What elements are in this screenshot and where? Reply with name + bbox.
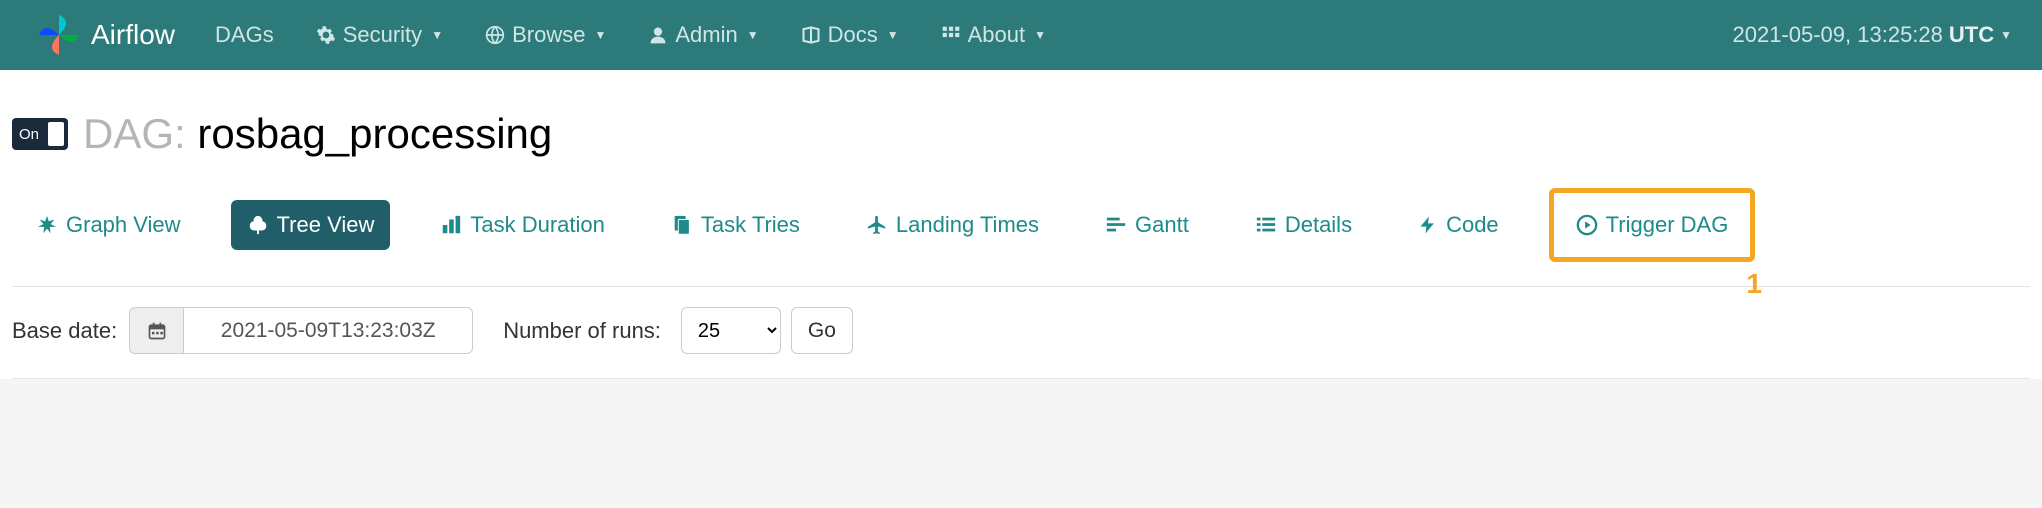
dag-header: On DAG: rosbag_processing — [12, 110, 2030, 158]
nav-label: Browse — [512, 22, 585, 48]
chevron-down-icon: ▼ — [2000, 28, 2012, 42]
base-date-label: Base date: — [12, 318, 117, 344]
go-button[interactable]: Go — [791, 307, 853, 354]
tab-label: Tree View — [277, 212, 375, 238]
base-date-input[interactable] — [183, 307, 473, 354]
toggle-knob — [48, 122, 64, 146]
nav-label: Admin — [675, 22, 737, 48]
nav-browse[interactable]: Browse ▼ — [485, 22, 606, 48]
nav-docs[interactable]: Docs ▼ — [801, 22, 899, 48]
nav-label: Docs — [828, 22, 878, 48]
title-prefix: DAG: — [83, 110, 186, 157]
tab-label: Graph View — [66, 212, 181, 238]
title-name: rosbag_processing — [197, 110, 552, 157]
page-title: DAG: rosbag_processing — [83, 110, 552, 158]
dag-tabs: Graph View Tree View Task Duration Task … — [20, 188, 2022, 262]
burst-icon — [36, 214, 58, 236]
chevron-down-icon: ▼ — [594, 28, 606, 42]
tab-graph-view[interactable]: Graph View — [20, 200, 197, 250]
tab-label: Details — [1285, 212, 1352, 238]
main-navbar: Airflow DAGs Security ▼ Browse ▼ Admin ▼… — [0, 0, 2042, 70]
calendar-button[interactable] — [129, 307, 183, 354]
play-circle-icon — [1576, 214, 1598, 236]
nav-items: DAGs Security ▼ Browse ▼ Admin ▼ Docs ▼ … — [215, 22, 1046, 48]
divider — [12, 378, 2030, 379]
bolt-icon — [1418, 214, 1438, 236]
brand-text: Airflow — [91, 19, 175, 51]
annotation-1: 1 — [1746, 268, 1762, 300]
plane-icon — [866, 214, 888, 236]
tab-code[interactable]: Code — [1402, 200, 1515, 250]
nav-label: Security — [343, 22, 422, 48]
tab-label: Code — [1446, 212, 1499, 238]
tab-label: Task Duration — [470, 212, 605, 238]
filter-row: Base date: Number of runs: 25 Go — [12, 307, 2030, 378]
nav-label: DAGs — [215, 22, 274, 48]
airflow-logo-icon — [35, 11, 83, 59]
tab-details[interactable]: Details — [1239, 200, 1368, 250]
chevron-down-icon: ▼ — [887, 28, 899, 42]
calendar-icon — [147, 321, 167, 341]
tab-landing-times[interactable]: Landing Times — [850, 200, 1055, 250]
user-icon — [648, 25, 668, 45]
book-icon — [801, 25, 821, 45]
bars-icon — [440, 214, 462, 236]
list-icon — [1255, 214, 1277, 236]
tab-tree-view[interactable]: Tree View — [231, 200, 391, 250]
tab-label: Landing Times — [896, 212, 1039, 238]
tab-task-duration[interactable]: Task Duration — [424, 200, 621, 250]
files-icon — [671, 214, 693, 236]
toggle-label: On — [19, 126, 39, 143]
runs-select[interactable]: 25 — [681, 307, 781, 354]
nav-admin[interactable]: Admin ▼ — [648, 22, 758, 48]
tab-label: Gantt — [1135, 212, 1189, 238]
tab-label: Trigger DAG — [1606, 212, 1729, 238]
tab-trigger-dag[interactable]: Trigger DAG — [1549, 188, 1756, 262]
brand[interactable]: Airflow — [35, 11, 175, 59]
nav-label: About — [968, 22, 1026, 48]
tab-label: Task Tries — [701, 212, 800, 238]
gear-icon — [316, 25, 336, 45]
tab-gantt[interactable]: Gantt — [1089, 200, 1205, 250]
nav-security[interactable]: Security ▼ — [316, 22, 443, 48]
divider — [12, 286, 2030, 287]
runs-label: Number of runs: — [503, 318, 661, 344]
chevron-down-icon: ▼ — [431, 28, 443, 42]
grid-icon — [941, 25, 961, 45]
tree-icon — [247, 214, 269, 236]
chevron-down-icon: ▼ — [1034, 28, 1046, 42]
clock-display[interactable]: 2021-05-09, 13:25:28 UTC ▼ — [1732, 22, 2012, 48]
nav-dags[interactable]: DAGs — [215, 22, 274, 48]
clock-time: 2021-05-09, 13:25:28 — [1732, 22, 1942, 48]
gantt-icon — [1105, 214, 1127, 236]
dag-toggle[interactable]: On — [12, 118, 68, 150]
chevron-down-icon: ▼ — [747, 28, 759, 42]
page-content: On DAG: rosbag_processing Graph View Tre… — [0, 70, 2042, 379]
clock-tz: UTC — [1949, 22, 1994, 48]
nav-about[interactable]: About ▼ — [941, 22, 1046, 48]
tab-task-tries[interactable]: Task Tries — [655, 200, 816, 250]
globe-icon — [485, 25, 505, 45]
